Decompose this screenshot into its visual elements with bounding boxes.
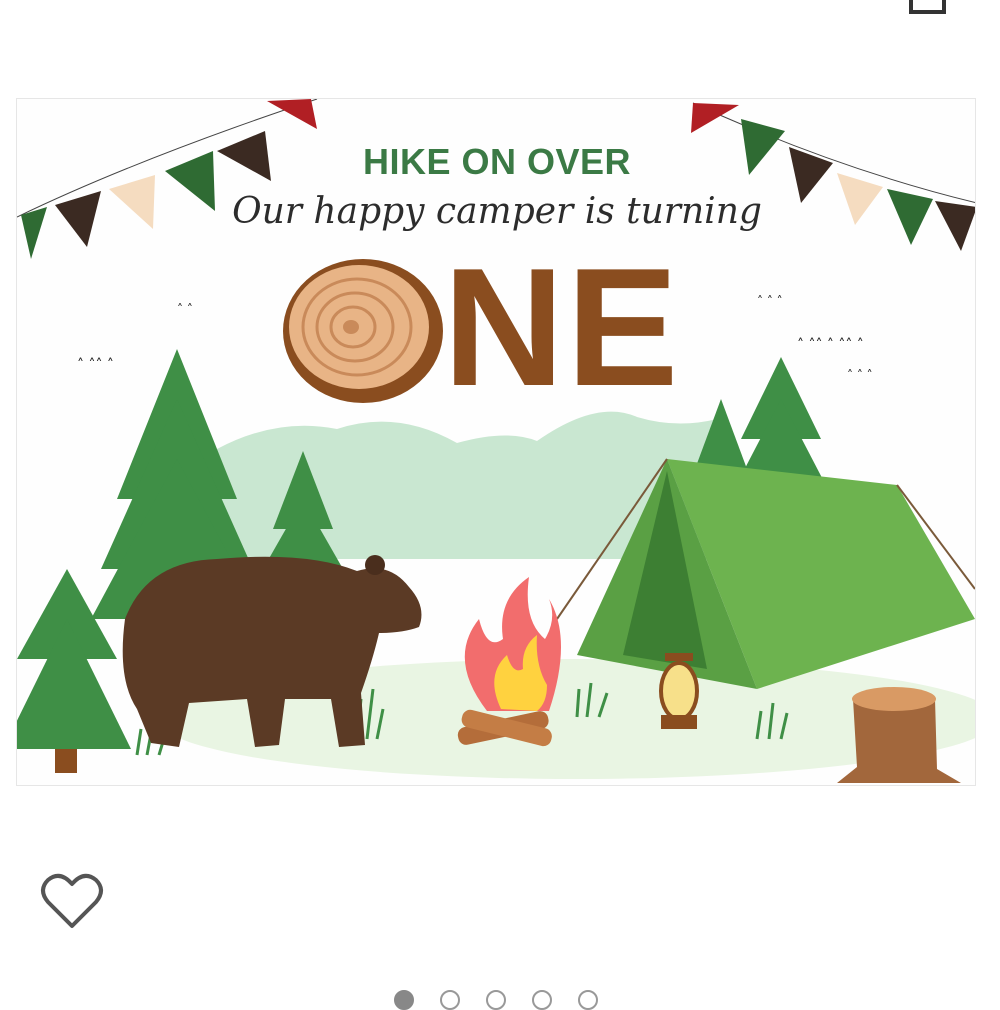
carousel-dot-2[interactable] [440,990,460,1010]
svg-text:˄ ˄: ˄ ˄ [177,302,193,316]
svg-text:˄ ˄˄ ˄: ˄ ˄˄ ˄ [77,357,114,373]
campfire [457,577,561,747]
banner-big-word: NE [443,233,681,421]
banner-headline: HIKE ON OVER [362,141,632,182]
share-icon[interactable] [908,0,948,16]
carousel-dot-1[interactable] [394,990,414,1010]
svg-text:˄ ˄ ˄: ˄ ˄ ˄ [847,368,873,382]
product-image[interactable]: ˄ ˄˄ ˄ ˄ ˄ ˄ ˄ ˄ ˄ ˄˄ ˄ ˄˄ ˄ ˄ ˄ ˄ HIKE … [16,98,976,786]
carousel-dot-3[interactable] [486,990,506,1010]
svg-text:˄ ˄ ˄: ˄ ˄ ˄ [757,294,783,308]
carousel-indicators [386,990,616,1010]
carousel-dot-4[interactable] [532,990,552,1010]
svg-text:˄ ˄˄ ˄ ˄˄ ˄: ˄ ˄˄ ˄ ˄˄ ˄ [797,337,864,353]
log-slice-icon [283,259,443,403]
banner-script-line: Our happy camper is turning [232,191,762,232]
heart-outline-icon[interactable] [40,872,104,932]
carousel-dot-5[interactable] [578,990,598,1010]
